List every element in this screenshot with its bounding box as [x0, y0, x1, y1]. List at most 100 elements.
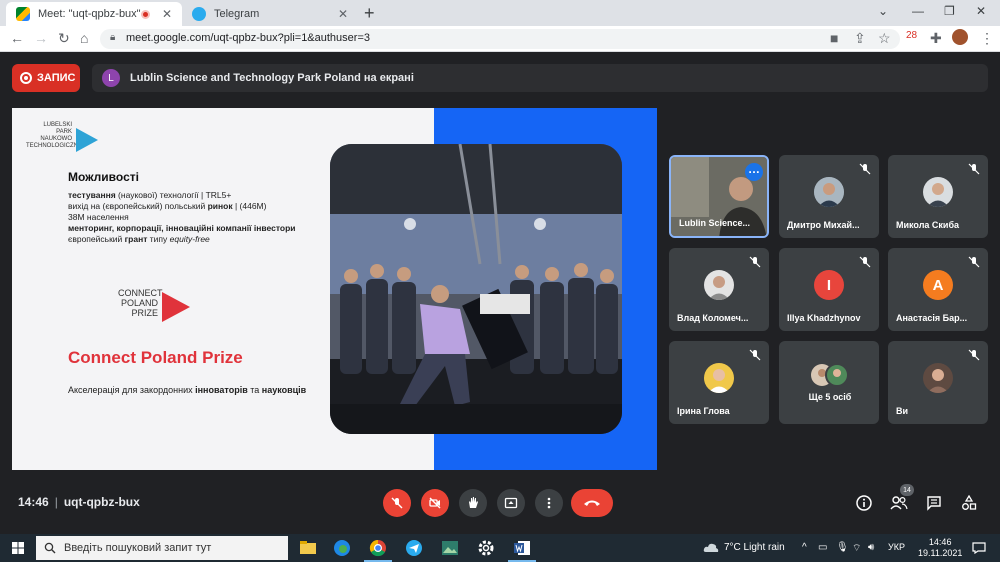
participant-avatar: A: [923, 270, 953, 300]
notifications-icon[interactable]: [972, 542, 986, 554]
input-language[interactable]: УКР: [888, 542, 905, 552]
activities-button[interactable]: [960, 494, 978, 512]
system-clock[interactable]: 14:46 19.11.2021: [918, 537, 962, 559]
participant-tile[interactable]: Ірина Глова: [669, 341, 769, 424]
text: equity-free: [169, 234, 210, 244]
text: менторинг, корпорації, інноваційні компа…: [68, 223, 296, 233]
extension-icon[interactable]: 28: [906, 30, 917, 41]
presentation-banner: L Lublin Science and Technology Park Pol…: [92, 64, 988, 92]
network-icon[interactable]: ⌔: [852, 542, 861, 555]
chat-button[interactable]: [925, 494, 943, 512]
meeting-details-button[interactable]: [855, 494, 873, 512]
photos-app-icon[interactable]: [440, 538, 460, 558]
weather-text[interactable]: 7°C Light rain: [724, 542, 785, 553]
info-icon: [856, 495, 872, 511]
profile-avatar[interactable]: [952, 29, 968, 45]
participant-avatar: [704, 270, 734, 300]
logo-line: POLAND: [120, 298, 158, 308]
present-button[interactable]: [497, 489, 525, 517]
screen: Meet: "uqt-qpbz-bux" ✕ Telegram ✕ + ⌄ — …: [0, 0, 1000, 562]
recording-label: ЗАПИС: [37, 72, 76, 84]
home-icon[interactable]: ⌂: [80, 30, 88, 46]
text: типу: [147, 234, 170, 244]
tray-mic-icon[interactable]: 🎙︎: [836, 542, 849, 553]
tray-overflow-icon[interactable]: ^: [802, 542, 807, 553]
google-meet-icon: [16, 7, 30, 21]
windows-taskbar: Введіть пошуковий запит тут 7°C Light ra…: [0, 534, 1000, 562]
tab-meet[interactable]: Meet: "uqt-qpbz-bux" ✕: [6, 2, 182, 26]
recording-button[interactable]: ЗАПИС: [12, 64, 80, 92]
new-tab-button[interactable]: +: [364, 3, 375, 24]
logo-triangle-icon: [76, 128, 98, 152]
file-explorer-icon[interactable]: [298, 538, 318, 558]
text: грант: [124, 234, 148, 244]
tab-search-icon[interactable]: ⌄: [878, 4, 888, 18]
more-options-button[interactable]: [535, 489, 563, 517]
participant-name: Illya Khadzhynov: [787, 313, 861, 323]
presenter-avatar: L: [102, 69, 120, 87]
text: європейський: [68, 234, 125, 244]
participant-tile[interactable]: Дмитро Михай...: [779, 155, 879, 238]
windows-start-icon[interactable]: [12, 542, 24, 554]
recording-indicator-icon: [141, 9, 150, 19]
volume-icon[interactable]: 🔊︎: [868, 542, 874, 553]
camera-toggle-button[interactable]: [421, 489, 449, 517]
close-tab-icon[interactable]: ✕: [338, 7, 348, 21]
word-app[interactable]: [508, 538, 536, 562]
minimize-button[interactable]: —: [912, 4, 924, 18]
settings-gear-icon[interactable]: [476, 538, 496, 558]
participant-avatar: [923, 177, 953, 207]
participant-tile[interactable]: Ще 5 осіб: [779, 341, 879, 424]
mic-off-icon: [749, 349, 761, 361]
tray-app-icon[interactable]: ▭: [818, 542, 827, 553]
group-photo: [330, 144, 622, 434]
slide-heading: Можливості: [68, 170, 139, 184]
reload-icon[interactable]: ↻: [58, 30, 70, 47]
logo-line: LUBELSKI: [43, 122, 72, 128]
bookmark-star-icon[interactable]: ☆: [878, 30, 891, 47]
mic-off-icon: [968, 163, 980, 175]
camera-in-use-icon[interactable]: ■: [830, 30, 838, 46]
meeting-info: 14:46 | uqt-qpbz-bux: [18, 495, 140, 509]
word-icon: [514, 541, 530, 555]
presented-slide: LUBELSKI PARK NAUKOWO TECHNOLOGICZNY Мож…: [12, 108, 657, 470]
participants-button[interactable]: [890, 494, 908, 512]
maximize-button[interactable]: ❐: [944, 4, 955, 18]
participants-count-badge: 14: [900, 484, 914, 496]
participant-tile[interactable]: … Lublin Science...: [669, 155, 769, 238]
back-icon[interactable]: ←: [10, 30, 24, 46]
extensions-puzzle-icon[interactable]: ✚: [930, 30, 942, 47]
leave-call-button[interactable]: [571, 489, 613, 517]
separator: |: [54, 495, 58, 509]
hand-icon: [469, 497, 478, 508]
logo-line: PARK: [56, 129, 72, 135]
edge-icon[interactable]: [332, 538, 352, 558]
telegram-icon[interactable]: [404, 538, 424, 558]
chrome-app[interactable]: [364, 538, 392, 562]
mic-toggle-button[interactable]: [383, 489, 411, 517]
participant-tile[interactable]: I Illya Khadzhynov: [779, 248, 879, 331]
participant-name: Ірина Глова: [677, 406, 730, 416]
participant-tile[interactable]: Микола Скиба: [888, 155, 988, 238]
share-icon[interactable]: ⇪: [854, 30, 866, 47]
text: ринок: [207, 201, 233, 211]
browser-menu-icon[interactable]: ⋮: [980, 30, 994, 47]
logo-triangle-icon: [162, 292, 190, 322]
forward-icon[interactable]: →: [34, 30, 48, 46]
search-placeholder: Введіть пошуковий запит тут: [64, 542, 212, 554]
address-bar[interactable]: 🔒︎ meet.google.com/uqt-qpbz-bux?pli=1&au…: [100, 29, 900, 49]
close-tab-icon[interactable]: ✕: [162, 7, 172, 21]
participant-tile[interactable]: A Анастасія Бар...: [888, 248, 988, 331]
chat-icon: [927, 496, 941, 511]
raise-hand-button[interactable]: [459, 489, 487, 517]
taskbar-search[interactable]: Введіть пошуковий запит тут: [36, 536, 288, 560]
more-options-icon[interactable]: …: [745, 163, 763, 181]
participant-tile[interactable]: Ви: [888, 341, 988, 424]
participant-tile[interactable]: Влад Коломеч...: [669, 248, 769, 331]
close-window-button[interactable]: ✕: [976, 4, 986, 18]
mic-off-icon: [968, 256, 980, 268]
url-text: meet.google.com/uqt-qpbz-bux?pli=1&authu…: [126, 32, 370, 44]
participant-name: Ще 5 осіб: [808, 392, 852, 402]
clock-date: 19.11.2021: [918, 548, 963, 558]
tab-telegram[interactable]: Telegram ✕: [182, 2, 358, 26]
